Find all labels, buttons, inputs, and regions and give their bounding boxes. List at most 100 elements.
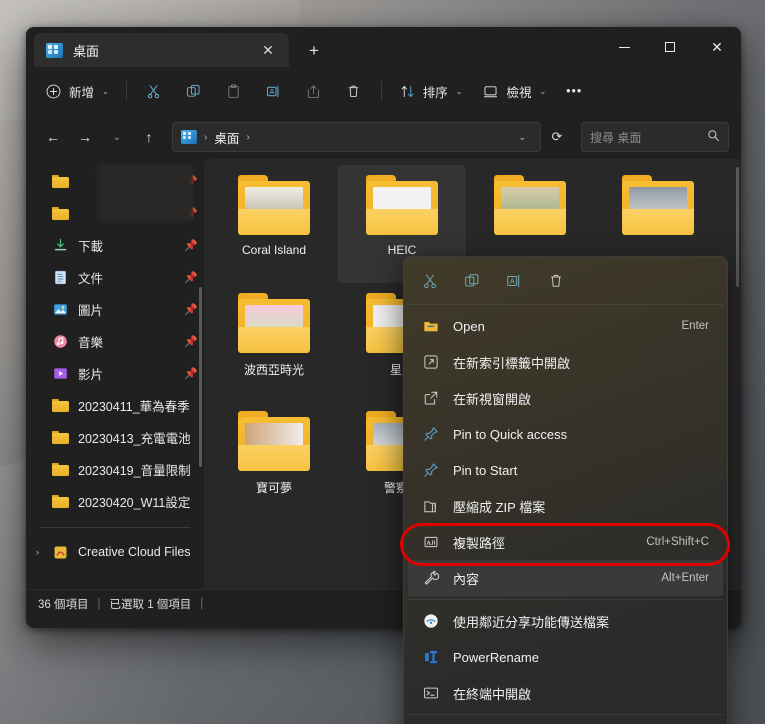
documents-icon <box>52 269 69 286</box>
paste-button[interactable] <box>215 75 253 107</box>
context-menu-item-nearby-share[interactable]: 使用鄰近分享功能傳送檔案 <box>408 603 723 639</box>
context-menu-quick-actions: A <box>404 261 727 301</box>
context-menu-item-open-new-window[interactable]: 在新視窗開啟 <box>408 380 723 416</box>
chevron-right-icon[interactable]: › <box>36 547 39 557</box>
delete-button[interactable] <box>335 75 373 107</box>
sort-button[interactable]: 排序 ⌄ <box>390 75 472 107</box>
more-options-button[interactable]: ••• <box>557 75 591 107</box>
maximize-button[interactable] <box>647 27 693 67</box>
share-button[interactable] <box>295 75 333 107</box>
sidebar-item-downloads[interactable]: 下載 📌 <box>26 229 204 261</box>
minimize-button[interactable] <box>601 27 647 67</box>
new-window-icon <box>422 389 440 407</box>
pin-icon[interactable]: 📌 <box>184 367 198 380</box>
file-tile[interactable]: 波西亞時光 <box>210 283 338 401</box>
new-tab-button[interactable]: + <box>301 37 327 63</box>
properties-icon <box>422 569 440 587</box>
context-menu-item-accel: Ctrl+Shift+C <box>646 536 709 548</box>
context-menu-item-label: 壓縮成 ZIP 檔案 <box>453 497 545 516</box>
tab-close-button[interactable]: ✕ <box>255 37 281 63</box>
new-button[interactable]: 新增 ⌄ <box>36 75 118 107</box>
pin-icon[interactable]: 📌 <box>184 271 198 284</box>
file-tile[interactable]: Coral Island <box>210 165 338 283</box>
pin-icon <box>422 425 440 443</box>
sidebar-item-folder-20230413[interactable]: 20230413_充電電池 <box>26 421 204 453</box>
pin-icon[interactable]: 📌 <box>184 239 198 252</box>
close-button[interactable]: ✕ <box>693 27 741 67</box>
pin-icon <box>422 461 440 479</box>
breadcrumb-item-desktop[interactable]: 桌面 <box>214 128 239 147</box>
breadcrumb-separator-2[interactable]: › <box>246 132 249 143</box>
sidebar-item-videos[interactable]: 影片 📌 <box>26 357 204 389</box>
search-icon <box>707 129 720 145</box>
folder-icon <box>52 462 69 476</box>
recent-locations-button[interactable]: ⌄ <box>102 122 132 152</box>
folder-icon <box>52 398 69 412</box>
sidebar-item-creative-cloud[interactable]: › Creative Cloud Files <box>26 536 204 568</box>
tab-desktop[interactable]: 桌面 ✕ <box>34 33 289 67</box>
sidebar-item-folder-20230420[interactable]: 20230420_W11設定 <box>26 485 204 517</box>
cut-button[interactable] <box>135 75 173 107</box>
sidebar-item-music[interactable]: 音樂 📌 <box>26 325 204 357</box>
content-scrollbar[interactable] <box>736 167 739 287</box>
forward-button[interactable]: → <box>70 122 100 152</box>
sidebar-item-folder-20230411[interactable]: 20230411_華為春季 <box>26 389 204 421</box>
search-input[interactable]: 搜尋 桌面 <box>590 129 707 146</box>
context-menu-item-label: 在終端中開啟 <box>453 684 531 703</box>
chevron-down-icon[interactable]: ⌄ <box>510 132 534 143</box>
sidebar-item-documents[interactable]: 文件 📌 <box>26 261 204 293</box>
file-name: HEIC <box>388 243 417 257</box>
pin-icon[interactable]: 📌 <box>184 335 198 348</box>
context-menu-divider-1 <box>408 304 723 305</box>
rename-icon: A <box>265 83 282 100</box>
maximize-icon <box>665 42 675 52</box>
copy-button[interactable] <box>175 75 213 107</box>
toolbar-separator-2 <box>381 81 382 101</box>
context-menu-item-open[interactable]: Open Enter <box>408 308 723 344</box>
back-button[interactable]: ← <box>38 122 68 152</box>
pin-icon[interactable]: 📌 <box>184 303 198 316</box>
context-rename-button[interactable]: A <box>494 265 534 297</box>
view-button[interactable]: 檢視 ⌄ <box>473 75 555 107</box>
sidebar-item-label: 20230411_華為春季 <box>78 396 198 415</box>
minimize-icon <box>619 47 630 48</box>
context-copy-button[interactable] <box>452 265 492 297</box>
context-menu-item-label: Pin to Quick access <box>453 427 567 442</box>
sidebar-scrollbar[interactable] <box>199 287 202 467</box>
rename-button[interactable]: A <box>255 75 293 107</box>
context-cut-button[interactable] <box>410 265 450 297</box>
sidebar-item-folder-20230419[interactable]: 20230419_音量限制 <box>26 453 204 485</box>
sidebar-item-label: Creative Cloud Files <box>78 545 198 559</box>
folder-thumbnail <box>620 175 696 237</box>
context-menu-item-compress-zip[interactable]: 壓縮成 ZIP 檔案 <box>408 488 723 524</box>
delete-icon <box>547 272 565 290</box>
breadcrumb-address-bar[interactable]: › 桌面 › ⌄ <box>172 122 541 152</box>
sidebar-item-label: 20230419_音量限制 <box>78 460 198 479</box>
context-menu-item-pin-to-start[interactable]: Pin to Start <box>408 452 723 488</box>
search-box[interactable]: 搜尋 桌面 <box>581 122 729 152</box>
context-menu-item-powerrename[interactable]: PowerRename <box>408 639 723 675</box>
context-delete-button[interactable] <box>536 265 576 297</box>
context-menu-item-open-new-tab[interactable]: 在新索引標籤中開啟 <box>408 344 723 380</box>
context-menu-item-properties[interactable]: 內容 Alt+Enter <box>408 560 723 596</box>
sidebar-item-pictures[interactable]: 圖片 📌 <box>26 293 204 325</box>
up-button[interactable]: ↑ <box>134 122 164 152</box>
file-name: 波西亞時光 <box>244 361 304 378</box>
context-menu-item-show-more-options[interactable]: 顯示其他選項 <box>408 718 723 724</box>
status-divider-2: | <box>200 598 203 610</box>
context-menu-item-open-in-terminal[interactable]: 在終端中開啟 <box>408 675 723 711</box>
context-menu-item-pin-quick-access[interactable]: Pin to Quick access <box>408 416 723 452</box>
powerrename-icon <box>422 648 440 666</box>
refresh-button[interactable]: ⟳ <box>543 122 571 152</box>
context-menu-item-label: 在新索引標籤中開啟 <box>453 353 570 372</box>
pictures-icon <box>52 301 69 318</box>
context-menu-item-copy-path[interactable]: 複製路徑 Ctrl+Shift+C <box>408 524 723 560</box>
sidebar-item-label: 音樂 <box>78 332 175 351</box>
context-menu-item-accel: Alt+Enter <box>661 572 709 584</box>
folder-thumbnail <box>492 175 568 237</box>
sidebar-item-label: 影片 <box>78 364 175 383</box>
file-tile[interactable]: 寶可夢 <box>210 401 338 519</box>
folder-open-icon <box>422 317 440 335</box>
sidebar-item-label: 圖片 <box>78 300 175 319</box>
svg-text:A: A <box>270 87 275 96</box>
